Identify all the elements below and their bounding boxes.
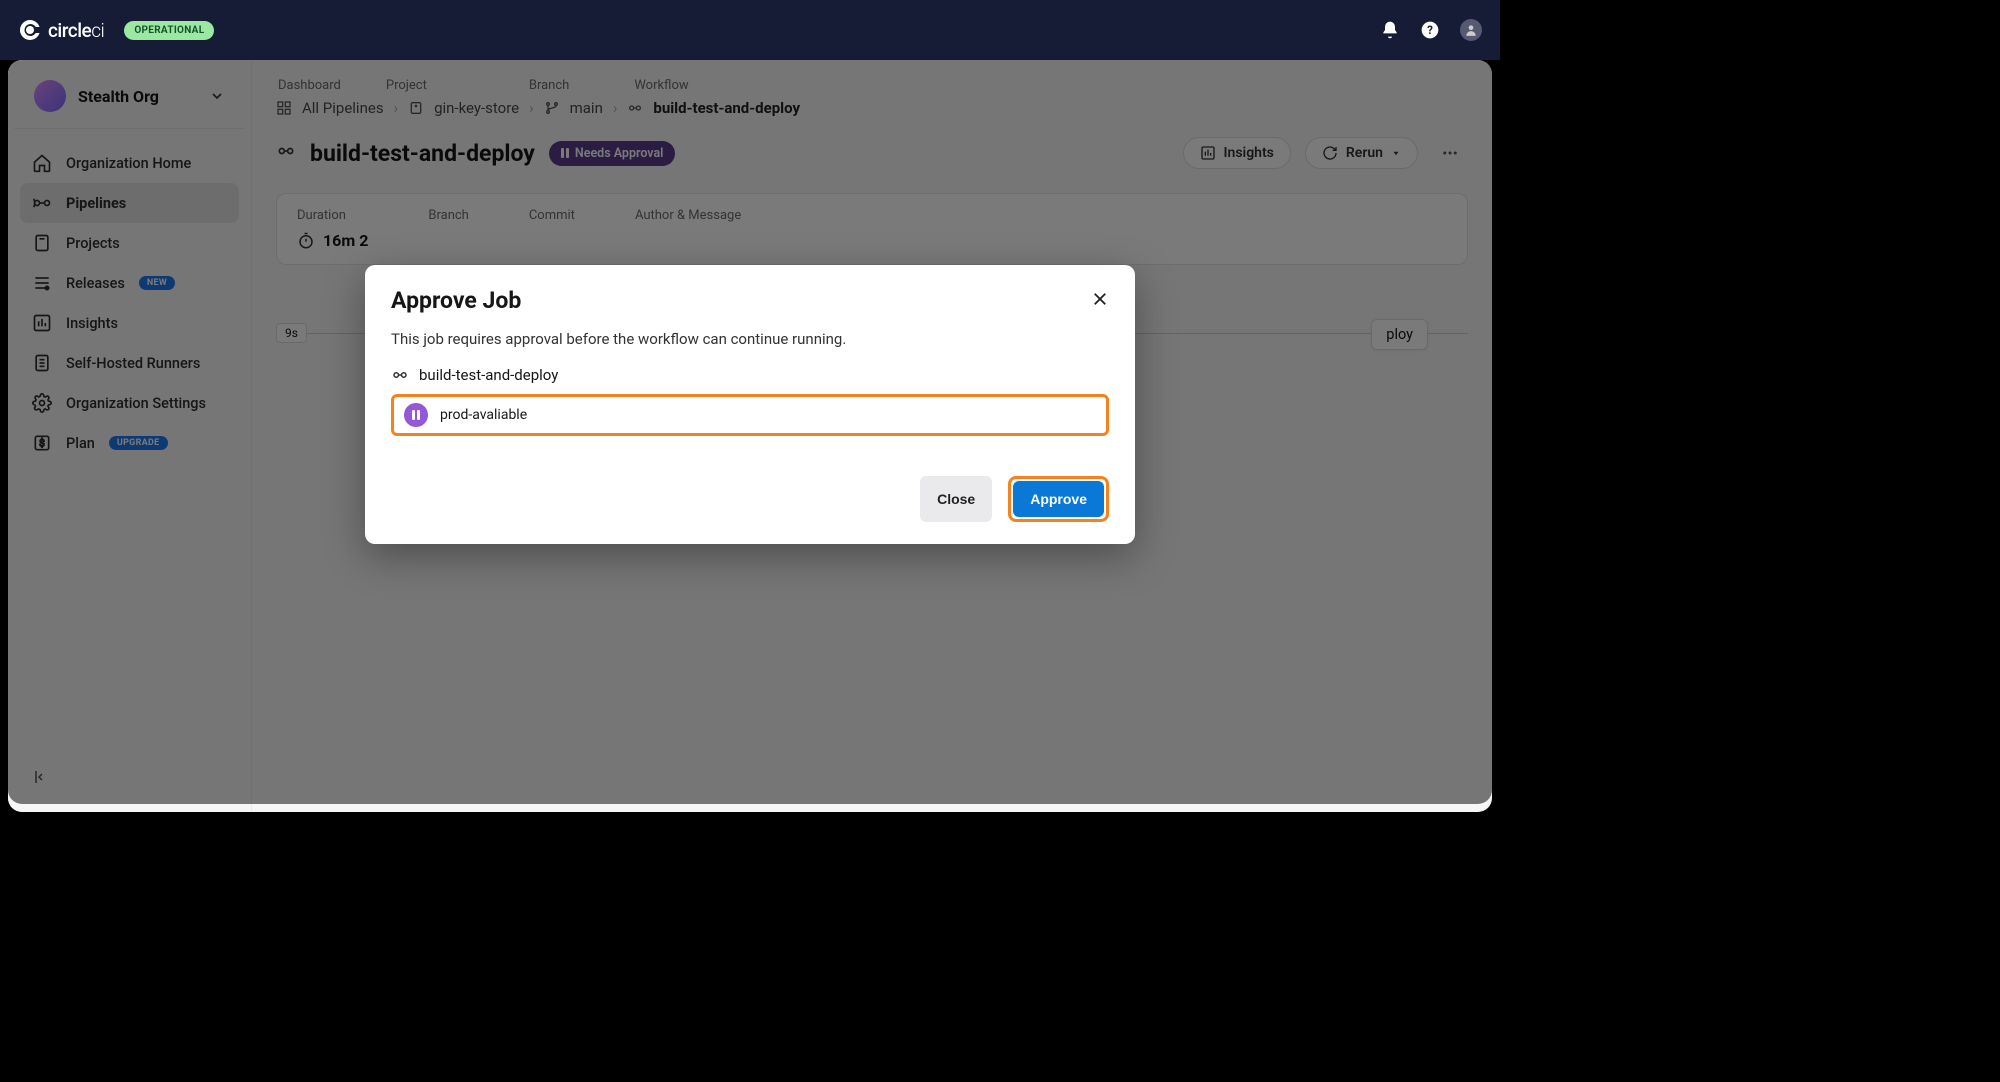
logo[interactable]: circleci xyxy=(18,18,104,42)
svg-text:?: ? xyxy=(1427,23,1433,37)
user-avatar[interactable] xyxy=(1460,19,1482,41)
help-icon[interactable]: ? xyxy=(1420,20,1440,40)
top-header: circleci OPERATIONAL ? xyxy=(0,0,1500,60)
modal-overlay: Approve Job This job requires approval b… xyxy=(8,60,1492,804)
bell-icon[interactable] xyxy=(1380,20,1400,40)
brand-main: circle xyxy=(48,19,91,42)
approve-job-modal: Approve Job This job requires approval b… xyxy=(365,265,1135,544)
modal-workflow: build-test-and-deploy xyxy=(391,366,1109,384)
brand-sub: ci xyxy=(91,19,104,42)
modal-job-name: prod-avaliable xyxy=(440,407,527,423)
close-icon[interactable] xyxy=(1091,290,1109,312)
status-badge-operational: OPERATIONAL xyxy=(124,21,214,40)
modal-title: Approve Job xyxy=(391,287,521,314)
approve-button[interactable]: Approve xyxy=(1013,481,1104,517)
modal-description: This job requires approval before the wo… xyxy=(391,330,1109,348)
workflow-icon xyxy=(391,366,409,384)
modal-job-row[interactable]: prod-avaliable xyxy=(391,394,1109,436)
close-button[interactable]: Close xyxy=(920,476,992,522)
pause-icon xyxy=(404,403,428,427)
